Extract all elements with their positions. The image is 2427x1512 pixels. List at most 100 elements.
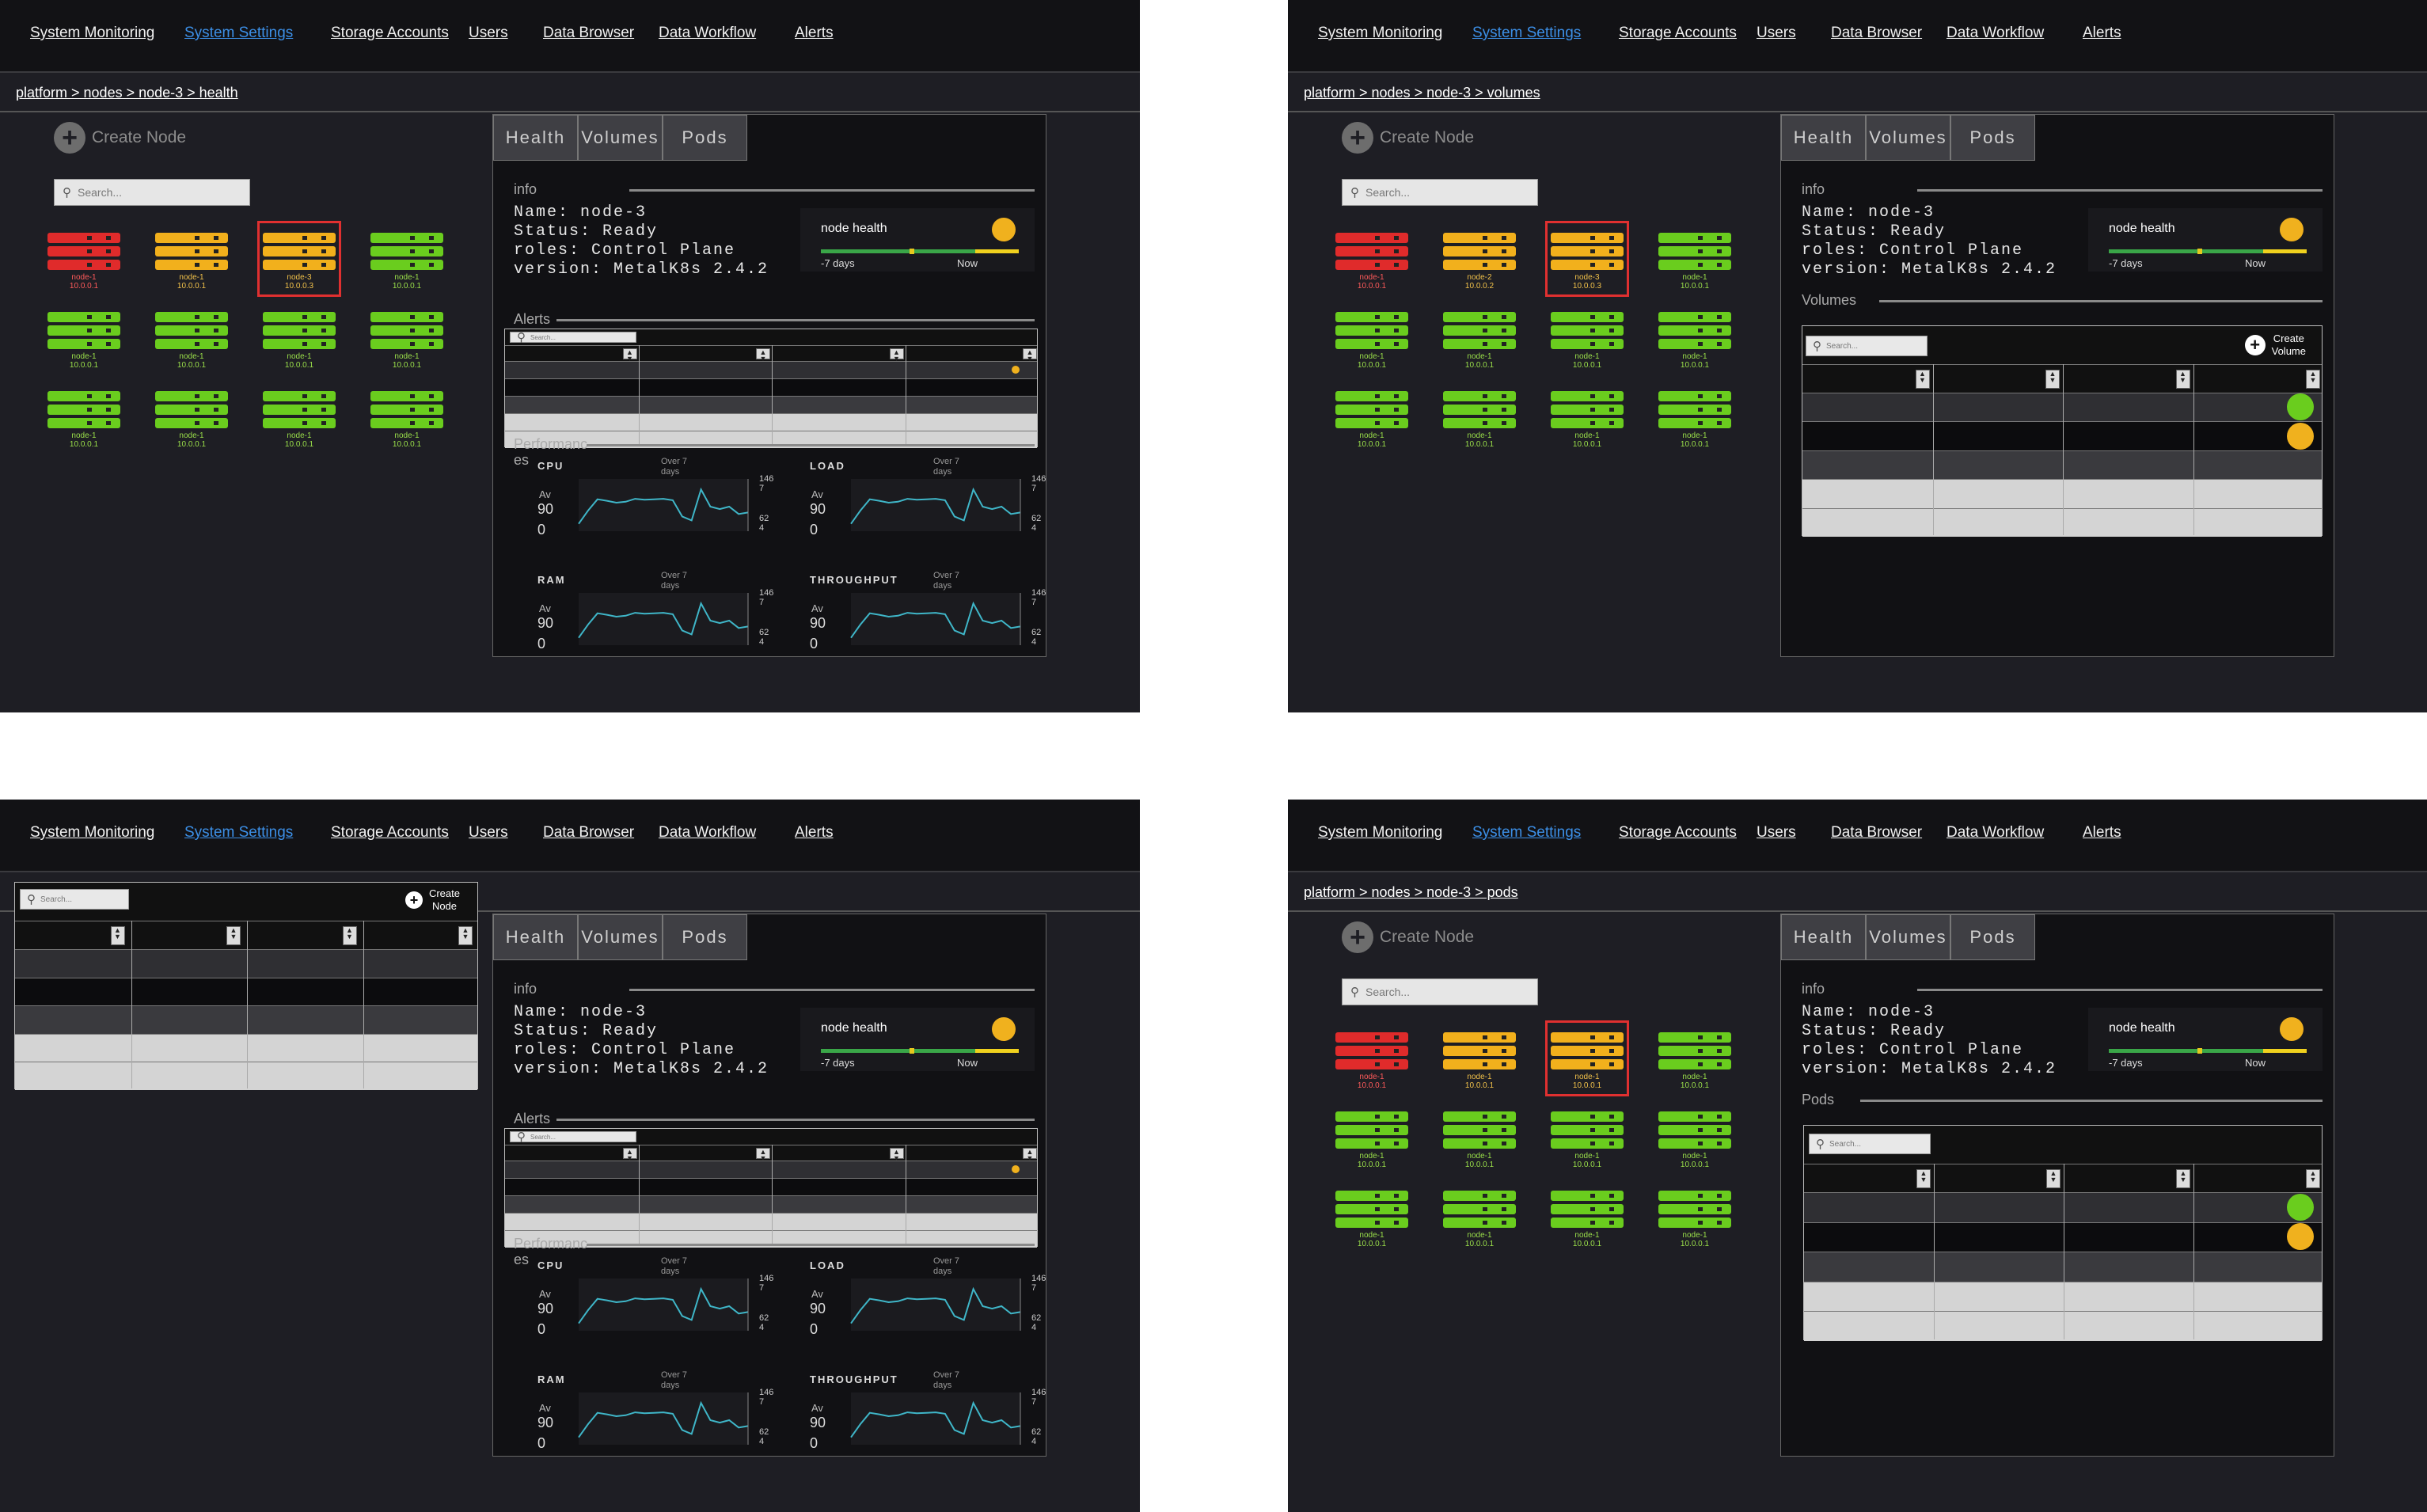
node-tile[interactable]: node-1 10.0.0.1 bbox=[1545, 1020, 1629, 1096]
node-tile[interactable]: node-1 10.0.0.1 bbox=[1440, 382, 1519, 453]
node-tile[interactable]: node-1 10.0.0.1 bbox=[1332, 1023, 1411, 1094]
nav-system-settings[interactable]: System Settings bbox=[1472, 824, 1581, 841]
create-node-button[interactable]: + Create Node bbox=[1342, 921, 1474, 953]
tab-pods[interactable]: Pods bbox=[663, 115, 747, 161]
table-row[interactable] bbox=[1802, 507, 2322, 537]
nav-data-browser[interactable]: Data Browser bbox=[543, 25, 634, 42]
tab-health[interactable]: Health bbox=[493, 914, 578, 960]
node-search-input[interactable]: ⚲ Search... bbox=[54, 179, 250, 206]
node-tile[interactable]: node-1 10.0.0.1 bbox=[367, 223, 446, 294]
nav-alerts[interactable]: Alerts bbox=[2083, 25, 2121, 42]
sort-icon[interactable]: ▲ ▼ bbox=[1916, 1169, 1931, 1188]
table-search-input[interactable]: ⚲ Search... bbox=[1809, 1134, 1931, 1154]
sort-icon[interactable]: ▲ ▼ bbox=[2046, 1169, 2060, 1188]
tab-volumes[interactable]: Volumes bbox=[1866, 115, 1950, 161]
sort-icon[interactable]: ▲ ▼ bbox=[1023, 1148, 1037, 1162]
sort-icon[interactable]: ▲ ▼ bbox=[622, 348, 637, 363]
node-tile[interactable]: node-1 10.0.0.1 bbox=[1655, 382, 1734, 453]
table-search-input[interactable]: ⚲ Search... bbox=[510, 331, 636, 344]
node-tile[interactable]: node-3 10.0.0.3 bbox=[257, 221, 341, 297]
node-tile[interactable]: node-2 10.0.0.2 bbox=[1440, 223, 1519, 294]
sort-icon[interactable]: ▲ ▼ bbox=[110, 926, 125, 945]
nav-system-monitoring[interactable]: System Monitoring bbox=[1318, 25, 1442, 42]
table-row[interactable] bbox=[15, 1062, 477, 1090]
nav-users[interactable]: Users bbox=[1757, 824, 1796, 841]
node-tile[interactable]: node-1 10.0.0.1 bbox=[152, 382, 231, 453]
sort-icon[interactable]: ▲ ▼ bbox=[2175, 370, 2190, 389]
nav-alerts[interactable]: Alerts bbox=[2083, 824, 2121, 841]
table-row[interactable] bbox=[505, 413, 1037, 431]
node-tile[interactable]: node-1 10.0.0.1 bbox=[1440, 1181, 1519, 1252]
sort-icon[interactable]: ▲ ▼ bbox=[458, 926, 473, 945]
tab-health[interactable]: Health bbox=[1781, 115, 1866, 161]
node-tile[interactable]: node-1 10.0.0.1 bbox=[152, 223, 231, 294]
table-row[interactable] bbox=[1802, 393, 2322, 422]
tab-pods[interactable]: Pods bbox=[1950, 914, 2035, 960]
table-row[interactable] bbox=[505, 378, 1037, 396]
table-row[interactable] bbox=[15, 1005, 477, 1034]
nav-users[interactable]: Users bbox=[469, 824, 508, 841]
tab-pods[interactable]: Pods bbox=[1950, 115, 2035, 161]
sort-icon[interactable]: ▲ ▼ bbox=[756, 1148, 770, 1162]
nav-data-browser[interactable]: Data Browser bbox=[1831, 25, 1922, 42]
nav-system-settings[interactable]: System Settings bbox=[184, 824, 293, 841]
nav-storage-accounts[interactable]: Storage Accounts bbox=[331, 824, 449, 841]
node-tile[interactable]: node-1 10.0.0.1 bbox=[367, 302, 446, 374]
nav-system-settings[interactable]: System Settings bbox=[184, 25, 293, 42]
node-search-input[interactable]: ⚲ Search... bbox=[1342, 978, 1538, 1005]
sort-icon[interactable]: ▲ ▼ bbox=[2306, 1169, 2320, 1188]
node-tile[interactable]: node-1 10.0.0.1 bbox=[1548, 1181, 1627, 1252]
nav-data-browser[interactable]: Data Browser bbox=[543, 824, 634, 841]
nav-alerts[interactable]: Alerts bbox=[795, 824, 834, 841]
table-search-input[interactable]: ⚲ Search... bbox=[510, 1130, 636, 1144]
nav-users[interactable]: Users bbox=[469, 25, 508, 42]
sort-icon[interactable]: ▲ ▼ bbox=[889, 1148, 904, 1162]
node-tile[interactable]: node-1 10.0.0.1 bbox=[1548, 302, 1627, 374]
table-row[interactable] bbox=[1804, 1221, 2322, 1252]
node-tile[interactable]: node-1 10.0.0.1 bbox=[1655, 302, 1734, 374]
node-tile[interactable]: node-1 10.0.0.1 bbox=[44, 223, 123, 294]
table-row[interactable] bbox=[1804, 1311, 2322, 1341]
table-search-input[interactable]: ⚲ Search... bbox=[1806, 336, 1928, 356]
nav-system-monitoring[interactable]: System Monitoring bbox=[30, 25, 154, 42]
node-tile[interactable]: node-1 10.0.0.1 bbox=[1332, 1102, 1411, 1173]
node-tile[interactable]: node-1 10.0.0.1 bbox=[1332, 223, 1411, 294]
table-row[interactable] bbox=[505, 1213, 1037, 1230]
nav-data-workflow[interactable]: Data Workflow bbox=[1947, 25, 2044, 42]
node-tile[interactable]: node-1 10.0.0.1 bbox=[1655, 1102, 1734, 1173]
nav-data-workflow[interactable]: Data Workflow bbox=[1947, 824, 2044, 841]
nav-storage-accounts[interactable]: Storage Accounts bbox=[331, 25, 449, 42]
table-row[interactable] bbox=[15, 949, 477, 978]
node-tile[interactable]: node-1 10.0.0.1 bbox=[1655, 1181, 1734, 1252]
node-tile[interactable]: node-1 10.0.0.1 bbox=[367, 382, 446, 453]
create-volume-button[interactable]: + Create Volume bbox=[2244, 332, 2306, 357]
breadcrumb[interactable]: platform > nodes > node-3 > volumes bbox=[1304, 85, 1540, 101]
tab-pods[interactable]: Pods bbox=[663, 914, 747, 960]
node-tile[interactable]: node-1 10.0.0.1 bbox=[1440, 1023, 1519, 1094]
sort-icon[interactable]: ▲ ▼ bbox=[342, 926, 357, 945]
nav-data-workflow[interactable]: Data Workflow bbox=[659, 824, 756, 841]
tab-volumes[interactable]: Volumes bbox=[578, 115, 663, 161]
tab-health[interactable]: Health bbox=[493, 115, 578, 161]
sort-icon[interactable]: ▲ ▼ bbox=[1915, 370, 1930, 389]
table-search-input[interactable]: ⚲ Search... bbox=[20, 889, 129, 910]
node-tile[interactable]: node-1 10.0.0.1 bbox=[44, 302, 123, 374]
nav-system-settings[interactable]: System Settings bbox=[1472, 25, 1581, 42]
node-tile[interactable]: node-1 10.0.0.1 bbox=[1440, 302, 1519, 374]
sort-icon[interactable]: ▲ ▼ bbox=[622, 1148, 637, 1162]
breadcrumb[interactable]: platform > nodes > node-3 > pods bbox=[1304, 884, 1518, 901]
node-tile[interactable]: node-3 10.0.0.3 bbox=[1545, 221, 1629, 297]
node-tile[interactable]: node-1 10.0.0.1 bbox=[260, 302, 339, 374]
tab-volumes[interactable]: Volumes bbox=[578, 914, 663, 960]
node-tile[interactable]: node-1 10.0.0.1 bbox=[1332, 382, 1411, 453]
table-row[interactable] bbox=[505, 1195, 1037, 1213]
sort-icon[interactable]: ▲ ▼ bbox=[2045, 370, 2060, 389]
sort-icon[interactable]: ▲ ▼ bbox=[889, 348, 904, 363]
table-row[interactable] bbox=[1804, 1192, 2322, 1222]
table-row[interactable] bbox=[505, 1161, 1037, 1178]
node-search-input[interactable]: ⚲ Search... bbox=[1342, 179, 1538, 206]
node-tile[interactable]: node-1 10.0.0.1 bbox=[152, 302, 231, 374]
create-node-button[interactable]: + Create Node bbox=[54, 122, 186, 154]
sort-icon[interactable]: ▲ ▼ bbox=[2306, 370, 2320, 389]
node-tile[interactable]: node-1 10.0.0.1 bbox=[1655, 223, 1734, 294]
